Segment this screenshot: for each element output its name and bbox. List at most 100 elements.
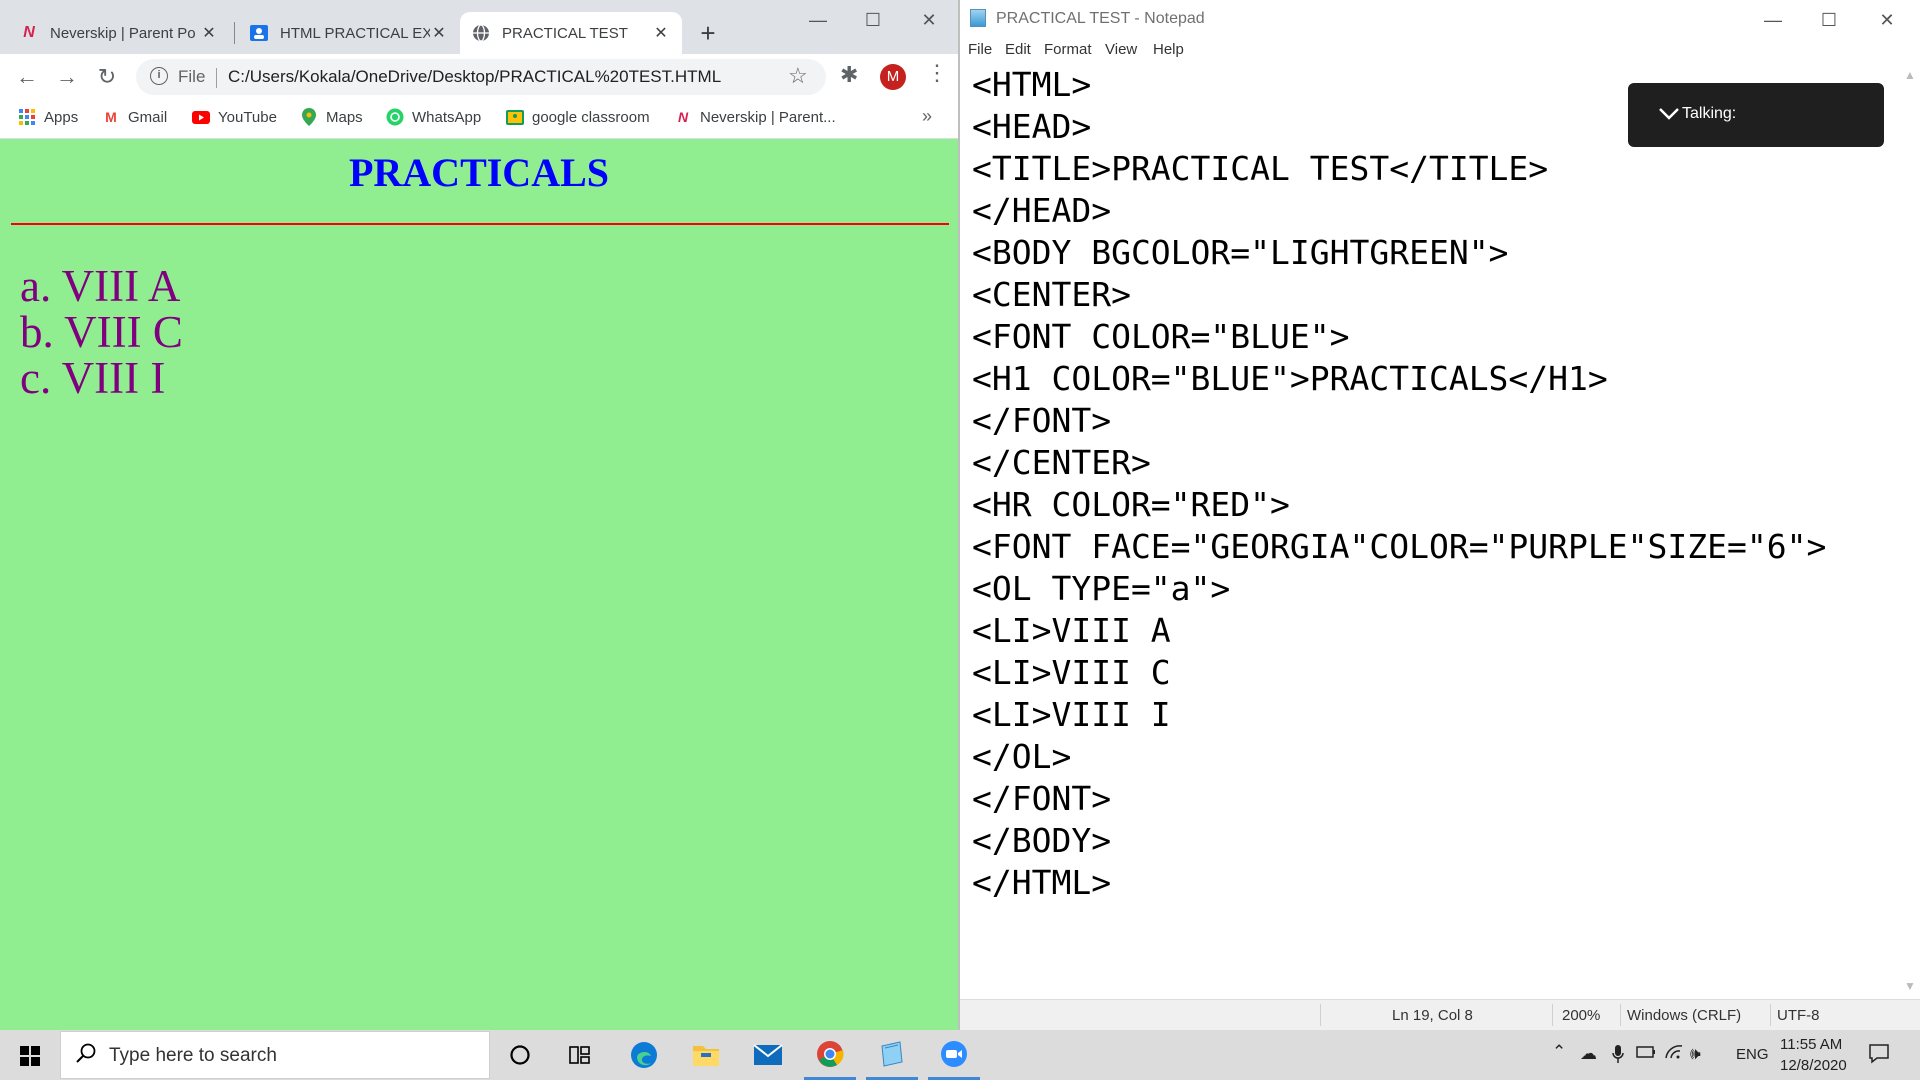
reload-icon[interactable]: ↻ — [92, 62, 122, 92]
onedrive-icon[interactable]: ☁ — [1580, 1044, 1597, 1064]
line-ending: Windows (CRLF) — [1627, 1007, 1742, 1024]
code-line[interactable]: </FONT> — [972, 778, 1826, 820]
close-tab-icon[interactable]: ✕ — [430, 24, 448, 42]
chevron-up-icon[interactable]: ⌃ — [1552, 1042, 1566, 1062]
volume-icon[interactable]: 🕪 — [1690, 1044, 1701, 1064]
wifi-icon[interactable] — [1664, 1044, 1684, 1065]
scroll-up-icon[interactable]: ▲ — [1904, 68, 1916, 82]
bookmark-classroom[interactable]: google classroom — [506, 108, 650, 126]
cortana-icon[interactable] — [494, 1030, 546, 1080]
code-line[interactable]: </BODY> — [972, 820, 1826, 862]
new-tab-icon[interactable]: + — [690, 18, 726, 50]
notepad-menu-bar: File Edit Format View Help — [960, 38, 1920, 64]
menu-help[interactable]: Help — [1153, 41, 1184, 58]
code-line[interactable]: <TITLE>PRACTICAL TEST</TITLE> — [972, 148, 1826, 190]
menu-edit[interactable]: Edit — [1005, 41, 1031, 58]
bookmark-label: YouTube — [218, 108, 277, 126]
url-text[interactable]: C:/Users/Kokala/OneDrive/Desktop/PRACTIC… — [228, 67, 721, 87]
close-tab-icon[interactable]: ✕ — [652, 24, 670, 42]
notepad-icon[interactable] — [866, 1030, 918, 1080]
talking-popup[interactable]: Talking: — [1628, 83, 1884, 147]
status-bar: Ln 19, Col 8 200% Windows (CRLF) UTF-8 — [960, 999, 1920, 1030]
divider — [1320, 1004, 1321, 1026]
code-line[interactable]: </HEAD> — [972, 190, 1826, 232]
neverskip-icon: N — [23, 24, 35, 41]
list-item: a. VIII A — [20, 261, 181, 311]
bookmark-label: Neverskip | Parent... — [700, 108, 836, 126]
tab-html-practical[interactable]: HTML PRACTICAL EX ✕ — [238, 12, 460, 54]
code-line[interactable]: </FONT> — [972, 400, 1826, 442]
text-editor-area[interactable]: <HTML> <HEAD> <TITLE>PRACTICAL TEST</TITLE… — [960, 64, 1900, 999]
edge-icon[interactable] — [618, 1030, 670, 1080]
code-line[interactable]: <BODY BGCOLOR="LIGHTGREEN"> — [972, 232, 1826, 274]
bookmark-maps[interactable]: Maps — [300, 108, 363, 126]
extensions-puzzle-icon[interactable]: ✱ — [840, 62, 858, 88]
bookmark-youtube[interactable]: YouTube — [192, 108, 277, 126]
tab-divider — [234, 22, 235, 44]
close-window-icon[interactable]: ✕ — [1864, 4, 1910, 36]
divider — [1552, 1004, 1553, 1026]
address-bar[interactable]: i File C:/Users/Kokala/OneDrive/Desktop/… — [136, 59, 826, 95]
close-tab-icon[interactable]: ✕ — [200, 24, 218, 42]
info-icon[interactable]: i — [150, 67, 168, 85]
code-line[interactable]: </OL> — [972, 736, 1826, 778]
editor-text[interactable]: <HTML> <HEAD> <TITLE>PRACTICAL TEST</TITLE… — [972, 64, 1826, 904]
task-view-icon[interactable] — [554, 1030, 606, 1080]
menu-dots-icon[interactable]: ⋮ — [926, 60, 948, 86]
menu-file[interactable]: File — [968, 41, 992, 58]
minimize-icon[interactable]: — — [795, 4, 841, 36]
mail-icon[interactable] — [742, 1030, 794, 1080]
code-line[interactable]: <H1 COLOR="BLUE">PRACTICALS</H1> — [972, 358, 1826, 400]
bookmark-star-icon[interactable]: ☆ — [788, 63, 808, 89]
bookmark-neverskip[interactable]: N Neverskip | Parent... — [674, 108, 836, 126]
chrome-icon[interactable] — [804, 1030, 856, 1080]
clock-date[interactable]: 12/8/2020 — [1780, 1057, 1847, 1074]
bookmark-gmail[interactable]: M Gmail — [102, 108, 167, 126]
zoom-icon[interactable] — [928, 1030, 980, 1080]
vertical-scrollbar[interactable]: ▲ ▼ — [1900, 64, 1920, 999]
microphone-icon[interactable] — [1612, 1044, 1624, 1069]
bookmark-whatsapp[interactable]: WhatsApp — [386, 108, 481, 126]
battery-icon[interactable] — [1636, 1044, 1656, 1064]
window-title: PRACTICAL TEST - Notepad — [996, 10, 1205, 27]
tab-practical-test[interactable]: PRACTICAL TEST ✕ — [460, 12, 682, 54]
code-line[interactable]: <FONT FACE="GEORGIA"COLOR="PURPLE"SIZE="… — [972, 526, 1826, 568]
scheme-label: File — [178, 67, 206, 86]
bookmark-label: google classroom — [532, 108, 650, 126]
taskbar-search[interactable]: Type here to search — [60, 1031, 490, 1079]
code-line[interactable]: <CENTER> — [972, 274, 1826, 316]
language-indicator[interactable]: ENG — [1736, 1046, 1769, 1063]
start-button[interactable] — [0, 1030, 60, 1080]
chevron-down-icon[interactable] — [1658, 101, 1680, 127]
more-bookmarks-icon[interactable]: » — [922, 106, 932, 127]
code-line[interactable]: <HR COLOR="RED"> — [972, 484, 1826, 526]
code-line[interactable]: </CENTER> — [972, 442, 1826, 484]
maps-icon — [300, 108, 318, 126]
code-line[interactable]: </HTML> — [972, 862, 1826, 904]
divider — [1770, 1004, 1771, 1026]
tab-neverskip[interactable]: N Neverskip | Parent Po ✕ — [8, 12, 230, 54]
close-window-icon[interactable]: ✕ — [906, 4, 952, 36]
profile-avatar[interactable]: M — [880, 64, 906, 90]
maximize-icon[interactable]: ☐ — [1806, 4, 1852, 36]
menu-format[interactable]: Format — [1044, 41, 1092, 58]
back-icon[interactable]: ← — [12, 62, 42, 92]
taskbar: Type here to search ⌃ ☁ 🕪 ENG 11:55 AM 1… — [0, 1030, 1920, 1080]
code-line[interactable]: <LI>VIII C — [972, 652, 1826, 694]
minimize-icon[interactable]: — — [1750, 4, 1796, 36]
notification-icon[interactable] — [1868, 1042, 1890, 1069]
code-line[interactable]: <OL TYPE="a"> — [972, 568, 1826, 610]
menu-view[interactable]: View — [1105, 41, 1137, 58]
bookmark-apps[interactable]: Apps — [18, 108, 78, 126]
web-page-content: PRACTICALS a. VIII A b. VIII C c. VIII I — [0, 139, 958, 1030]
maximize-icon[interactable]: ☐ — [850, 4, 896, 36]
clock-time[interactable]: 11:55 AM — [1780, 1036, 1842, 1053]
code-line[interactable]: <FONT COLOR="BLUE"> — [972, 316, 1826, 358]
code-line[interactable]: <LI>VIII A — [972, 610, 1826, 652]
forward-icon[interactable]: → — [52, 62, 82, 92]
scroll-down-icon[interactable]: ▼ — [1904, 979, 1916, 993]
file-explorer-icon[interactable] — [680, 1030, 732, 1080]
youtube-icon — [192, 108, 210, 126]
divider — [216, 68, 217, 88]
code-line[interactable]: <LI>VIII I — [972, 694, 1826, 736]
